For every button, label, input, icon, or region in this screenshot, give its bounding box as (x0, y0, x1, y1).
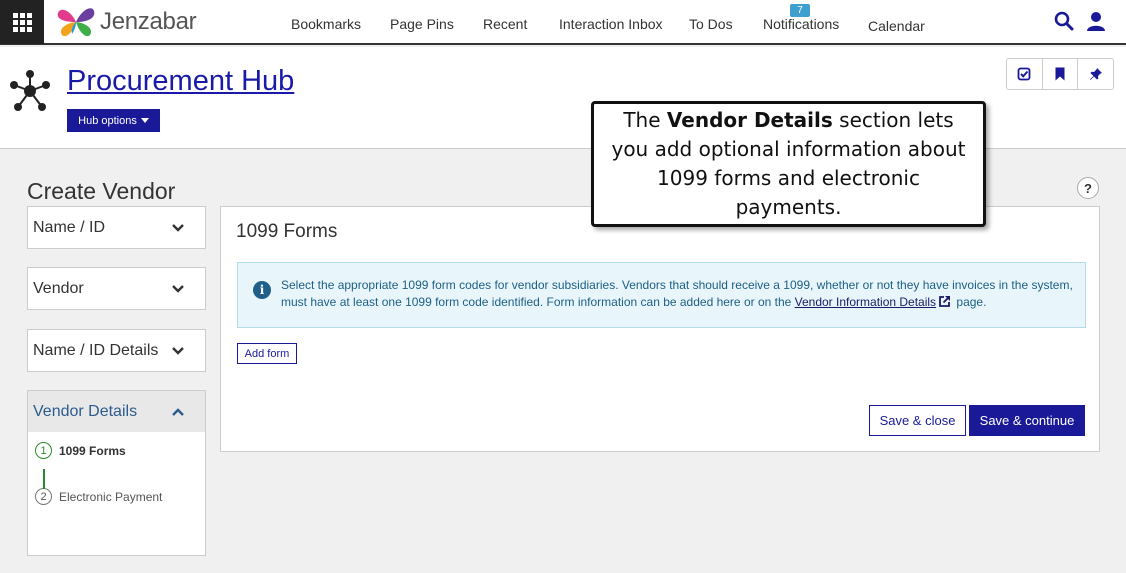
info-icon: i (253, 281, 271, 299)
chevron-up-icon (172, 408, 184, 416)
hub-options-label: Hub options (78, 114, 137, 127)
save-continue-button[interactable]: Save & continue (969, 405, 1085, 436)
page-title: Create Vendor (27, 178, 176, 204)
step-label: 1099 Forms (59, 443, 126, 458)
content-panel: 1099 Forms i Select the appropriate 1099… (220, 206, 1100, 452)
chevron-down-icon (172, 285, 184, 293)
step-label: Electronic Payment (59, 489, 163, 504)
sidebar-panel-name-id-details[interactable]: Name / ID Details (27, 329, 206, 372)
hub-options-button[interactable]: Hub options (67, 109, 160, 132)
info-alert: i Select the appropriate 1099 form codes… (237, 262, 1086, 328)
brand-name: Jenzabar (100, 8, 197, 35)
nav-recent[interactable]: Recent (483, 16, 527, 32)
sidebar-panel-name-id[interactable]: Name / ID (27, 206, 206, 249)
top-navigation: Jenzabar Bookmarks Page Pins Recent Inte… (0, 0, 1126, 45)
nav-page-pins[interactable]: Page Pins (390, 16, 454, 32)
vendor-information-details-link[interactable]: Vendor Information Details (795, 295, 936, 309)
hub-network-icon (10, 70, 50, 111)
hub-title-link[interactable]: Procurement Hub (67, 65, 294, 98)
info-text-part: page. (953, 295, 987, 309)
search-icon[interactable] (1053, 10, 1075, 32)
step-number: 2 (35, 488, 52, 505)
help-label: ? (1084, 180, 1092, 196)
callout-prefix: The (623, 108, 667, 132)
checklist-button[interactable] (1007, 59, 1043, 89)
tutorial-callout: The Vendor Details section lets you add … (591, 101, 986, 227)
apps-grid-icon (12, 12, 32, 32)
chevron-down-icon (172, 224, 184, 232)
step-electronic-payment[interactable]: 2 Electronic Payment (35, 488, 162, 505)
add-form-button[interactable]: Add form (237, 343, 297, 364)
user-icon[interactable] (1085, 10, 1107, 32)
bookmark-icon (1055, 67, 1065, 81)
sidebar-panel-vendor-details[interactable]: Vendor Details (27, 390, 206, 433)
external-link-icon[interactable] (938, 295, 951, 308)
sidebar-panel-label: Name / ID Details (33, 342, 159, 359)
callout-bold: Vendor Details (666, 108, 833, 132)
step-number: 1 (35, 442, 52, 459)
butterfly-logo-icon (57, 8, 95, 37)
jenzabar-logo[interactable]: Jenzabar (56, 5, 197, 39)
bookmark-button[interactable] (1043, 59, 1079, 89)
nav-calendar[interactable]: Calendar (868, 18, 925, 34)
hub-action-buttons (1006, 58, 1114, 90)
info-text: Select the appropriate 1099 form codes f… (281, 277, 1076, 311)
sidebar-panel-label: Name / ID (33, 219, 106, 236)
section-title: 1099 Forms (236, 221, 338, 242)
save-close-button[interactable]: Save & close (869, 405, 966, 436)
nav-to-dos[interactable]: To Dos (689, 16, 733, 32)
checklist-icon (1017, 67, 1031, 81)
callout-text: The Vendor Details section lets you add … (604, 106, 973, 222)
help-button[interactable]: ? (1077, 177, 1099, 199)
caret-down-icon (140, 118, 149, 123)
chevron-down-icon (172, 347, 184, 355)
sidebar-panel-vendor[interactable]: Vendor (27, 267, 206, 310)
step-1099-forms[interactable]: 1 1099 Forms (35, 442, 126, 459)
nav-bookmarks[interactable]: Bookmarks (291, 16, 361, 32)
vendor-details-steps: 1 1099 Forms 2 Electronic Payment (27, 432, 206, 556)
step-connector (43, 469, 45, 489)
sidebar-panel-label: Vendor Details (33, 403, 138, 420)
nav-interaction-inbox[interactable]: Interaction Inbox (559, 16, 663, 32)
apps-menu-button[interactable] (0, 0, 44, 44)
pin-button[interactable] (1078, 59, 1113, 89)
pin-icon (1089, 68, 1102, 80)
nav-notifications[interactable]: Notifications (763, 16, 839, 32)
sidebar-panel-label: Vendor (33, 280, 84, 297)
